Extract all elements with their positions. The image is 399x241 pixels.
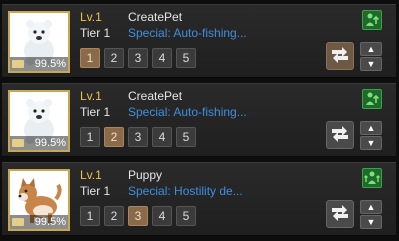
skill-button-1[interactable]: 1 [80,206,100,226]
skill-button-4[interactable]: 4 [152,48,172,68]
move-up-button[interactable]: ▲ [360,121,382,135]
swap-arrows-icon [332,126,348,142]
skill-button-3[interactable]: 3 [128,206,148,226]
success-rate-badge: 99.5% [10,57,68,71]
skill-button-5[interactable]: 5 [176,127,196,147]
pet-list: 99.5% Lv.1 CreatePet Tier 1 Special: Aut… [0,0,399,241]
person-arrow-up-icon [366,92,380,105]
pet-card[interactable]: 99.5% Lv.1 Puppy Tier 1 Special: Hostili… [2,162,396,236]
pet-tier: Tier 1 [80,184,111,198]
pet-portrait[interactable]: 99.5% [8,11,70,73]
swap-button[interactable] [326,200,354,228]
success-rate-badge: 99.5% [10,215,68,229]
success-rate: 99.5% [34,216,66,228]
pet-name: Puppy [128,168,163,182]
pet-special[interactable]: Special: Auto-fishing... [128,105,247,119]
pet-tier: Tier 1 [80,105,111,119]
success-rate: 99.5% [34,137,66,149]
status-icon[interactable] [362,89,382,109]
skill-button-2[interactable]: 2 [104,48,124,68]
status-icon[interactable] [362,10,382,30]
skill-button-1[interactable]: 1 [80,127,100,147]
pet-name: CreatePet [128,10,183,24]
pet-level: Lv.1 [80,168,102,182]
pet-tier: Tier 1 [80,26,111,40]
pet-portrait[interactable]: 99.5% [8,90,70,152]
move-down-button[interactable]: ▼ [360,57,382,71]
status-icon[interactable] [362,168,382,188]
skill-button-4[interactable]: 4 [152,127,172,147]
skill-button-2[interactable]: 2 [104,206,124,226]
rate-icon [12,60,24,68]
pet-name: CreatePet [128,89,183,103]
pet-card[interactable]: 99.5% Lv.1 CreatePet Tier 1 Special: Aut… [2,4,396,78]
skill-button-2[interactable]: 2 [104,127,124,147]
success-rate: 99.5% [34,58,66,70]
pet-special[interactable]: Special: Hostility de... [128,184,243,198]
skill-button-1[interactable]: 1 [80,48,100,68]
person-arrows-icon [364,171,380,184]
pet-level: Lv.1 [80,10,102,24]
skill-button-3[interactable]: 3 [128,127,148,147]
pet-card[interactable]: 99.5% Lv.1 CreatePet Tier 1 Special: Aut… [2,83,396,157]
person-arrow-up-icon [366,13,380,26]
move-down-button[interactable]: ▼ [360,136,382,150]
swap-button[interactable] [326,42,354,70]
move-up-button[interactable]: ▲ [360,42,382,56]
swap-button[interactable] [326,121,354,149]
pet-portrait[interactable]: 99.5% [8,169,70,231]
skill-button-4[interactable]: 4 [152,206,172,226]
success-rate-badge: 99.5% [10,136,68,150]
swap-arrows-icon [332,205,348,221]
pet-special[interactable]: Special: Auto-fishing... [128,26,247,40]
skill-button-5[interactable]: 5 [176,48,196,68]
pet-level: Lv.1 [80,89,102,103]
move-down-button[interactable]: ▼ [360,215,382,229]
move-up-button[interactable]: ▲ [360,200,382,214]
swap-arrows-icon [332,47,348,63]
rate-icon [12,218,24,226]
rate-icon [12,139,24,147]
skill-button-3[interactable]: 3 [128,48,148,68]
skill-button-5[interactable]: 5 [176,206,196,226]
